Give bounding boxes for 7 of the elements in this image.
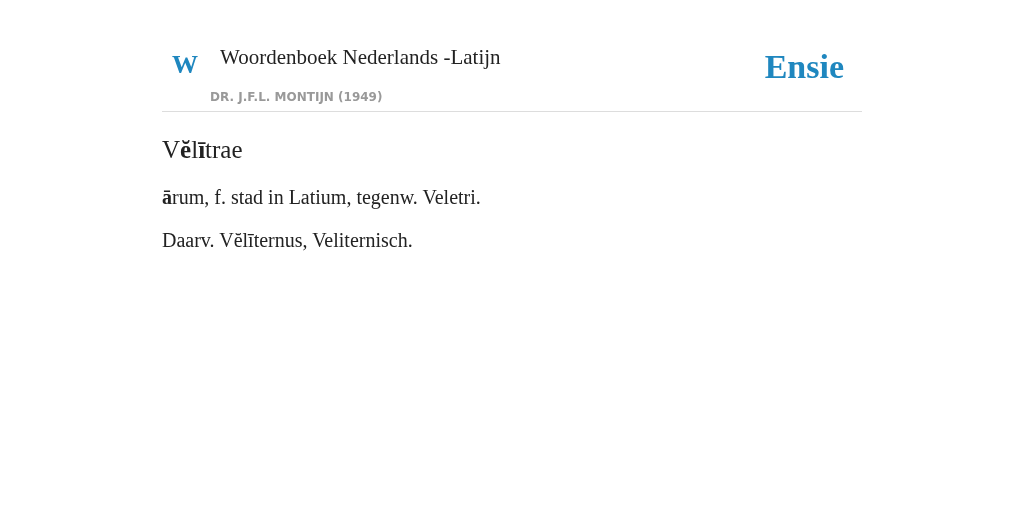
logo-letter: W	[171, 49, 199, 80]
author-label: DR. J.F.L. MONTIJN (1949)	[210, 90, 383, 104]
definition-text: ārum, f. stad in Latium, tegenw. Veletri.	[162, 186, 482, 209]
dictionary-title: Woordenboek Nederlands -Latijn	[220, 44, 502, 70]
definition-text: Daarv. Vĕlīternus, Veliternisch.	[162, 229, 414, 252]
brand-logo[interactable]: Ensie	[764, 36, 862, 86]
headword: Vĕlītrae	[162, 136, 243, 164]
